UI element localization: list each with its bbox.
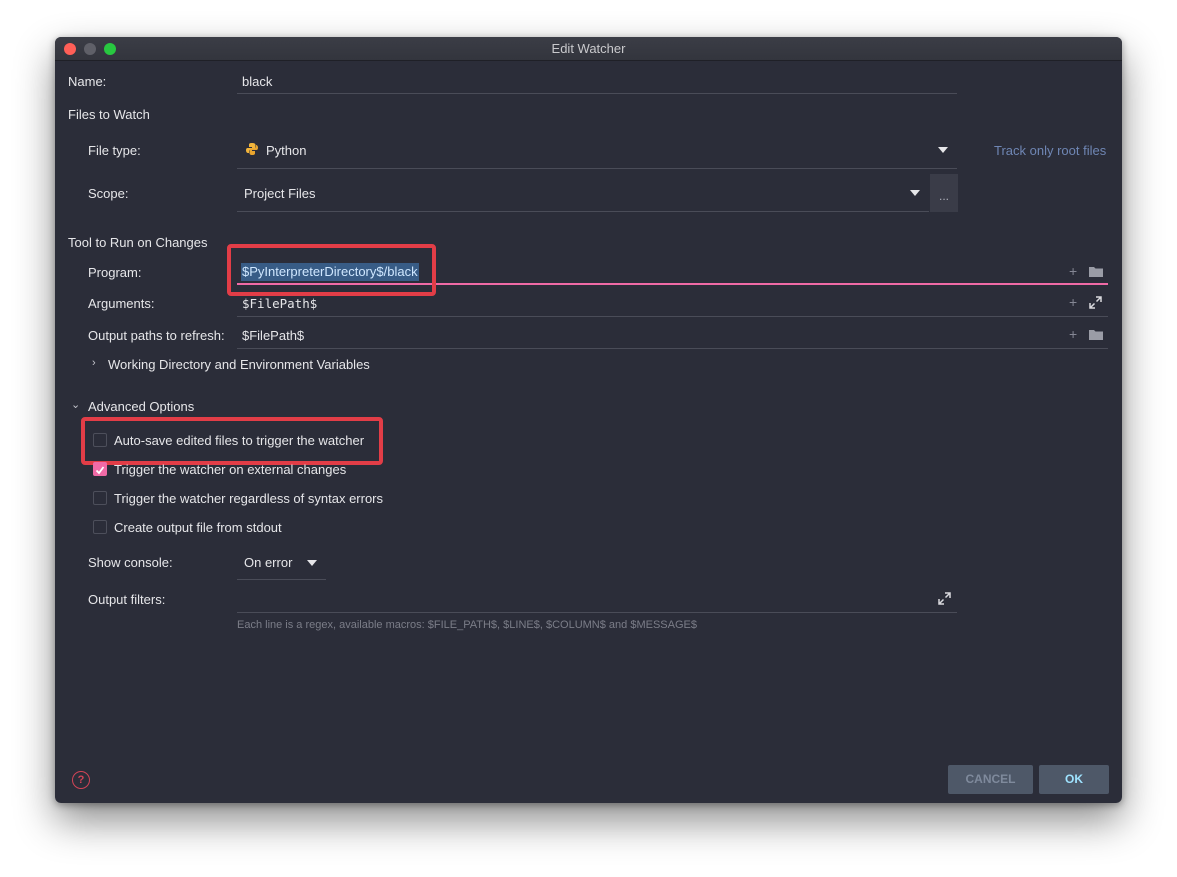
scope-browse-button[interactable]: ... [930,174,958,212]
output-filters-hint: Each line is a regex, available macros: … [237,619,697,631]
scope-value: Project Files [244,186,316,201]
option-label: Trigger the watcher regardless of syntax… [114,491,384,506]
name-field[interactable]: black [242,74,272,89]
chevron-right-icon: › [92,357,96,369]
arguments-field[interactable]: $FilePath$ [242,296,317,311]
output-filters-label: Output filters: [88,592,166,607]
help-icon[interactable]: ? [72,771,90,789]
title-bar: Edit Watcher [55,37,1122,61]
cancel-button[interactable]: CANCEL [948,765,1033,794]
advanced-options-label: Advanced Options [88,399,195,414]
python-icon [246,143,258,155]
name-label: Name: [68,74,107,89]
files-to-watch-heading: Files to Watch [68,107,150,122]
folder-icon[interactable] [1089,329,1103,340]
syntax-errors-checkbox[interactable] [93,491,107,505]
edit-watcher-dialog: Edit Watcher Name: black Files to Watch … [55,37,1122,803]
option-syntax-errors[interactable]: Trigger the watcher regardless of syntax… [92,490,492,508]
option-output-file[interactable]: Create output file from stdout [92,519,492,537]
scope-label: Scope: [88,186,129,201]
scope-dropdown[interactable]: Project Files [237,174,929,210]
expand-icon[interactable] [1089,296,1102,309]
option-label: Create output file from stdout [114,520,282,535]
arguments-label: Arguments: [88,296,155,311]
chevron-down-icon [910,190,920,196]
working-directory-label: Working Directory and Environment Variab… [108,357,370,372]
expand-icon[interactable] [938,592,951,605]
output-paths-field[interactable]: $FilePath$ [242,328,304,343]
show-console-label: Show console: [88,555,173,570]
output-filters-field[interactable] [237,585,957,611]
window-title: Edit Watcher [551,41,626,56]
checkmark-icon [95,466,105,475]
folder-icon[interactable] [1089,266,1103,277]
highlight-program [227,244,436,296]
external-changes-checkbox[interactable] [93,462,107,476]
file-type-dropdown[interactable]: Python [237,130,957,168]
option-external-changes[interactable]: Trigger the watcher on external changes [92,461,492,479]
tool-heading: Tool to Run on Changes [68,235,208,250]
highlight-auto-save [81,417,383,465]
output-paths-label: Output paths to refresh: [88,328,225,343]
option-label: Trigger the watcher on external changes [114,462,347,477]
plus-icon[interactable]: + [1069,326,1077,342]
plus-icon[interactable]: + [1069,294,1077,310]
output-file-checkbox[interactable] [93,520,107,534]
plus-icon[interactable]: + [1069,263,1077,279]
show-console-dropdown[interactable]: On error [237,545,326,579]
file-type-value: Python [266,143,307,158]
chevron-down-icon [307,560,317,566]
chevron-down-icon [938,147,948,153]
show-console-value: On error [244,555,293,570]
ok-button[interactable]: OK [1039,765,1109,794]
track-only-root-files-link[interactable]: Track only root files [994,143,1106,158]
file-type-label: File type: [88,143,141,158]
chevron-down-icon: ⌄ [71,399,81,411]
program-label: Program: [88,265,142,280]
